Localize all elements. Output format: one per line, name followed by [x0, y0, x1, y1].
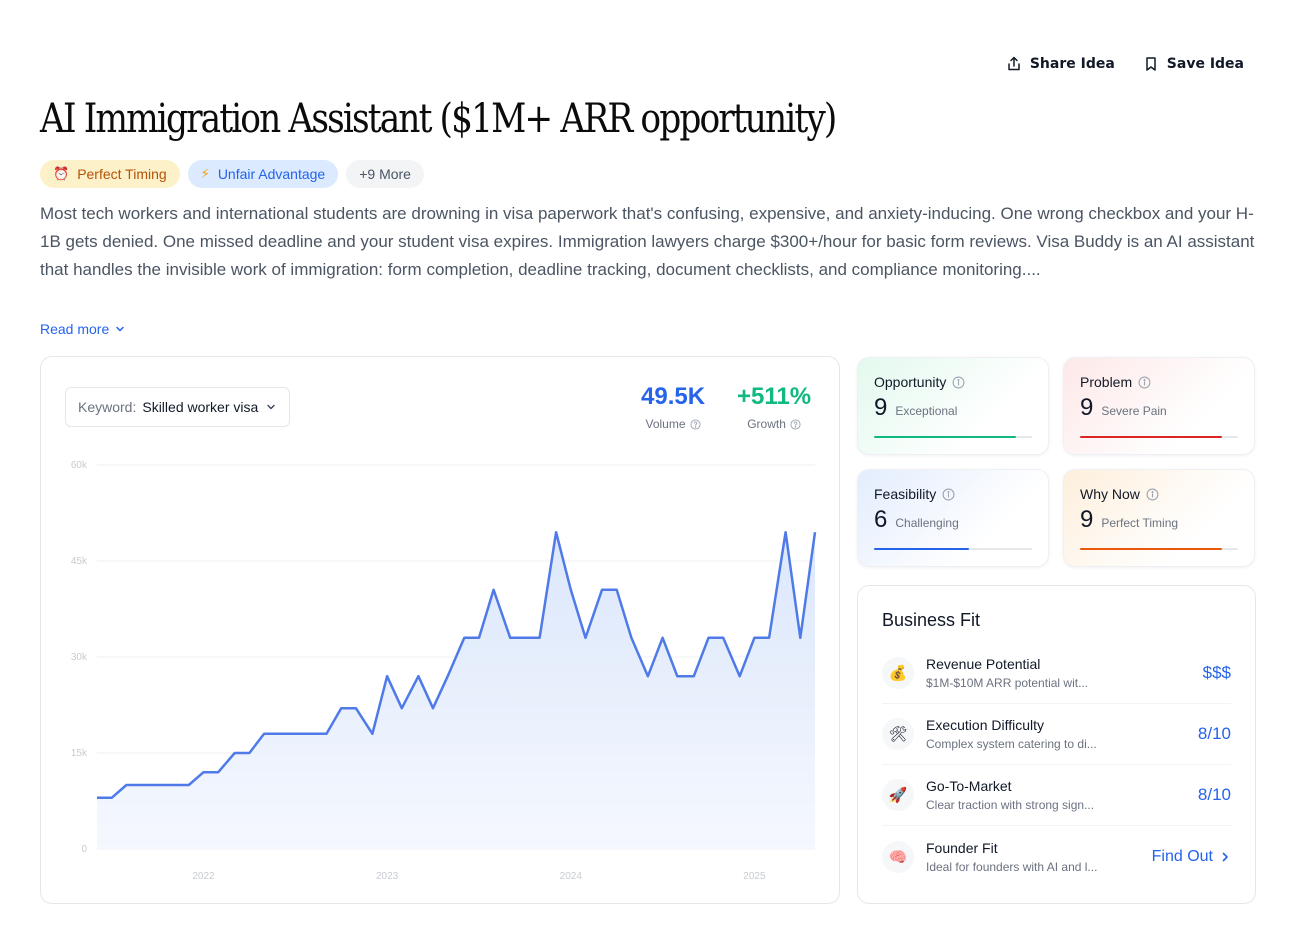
tag-list: ⏰ Perfect Timing ⚡ Unfair Advantage +9 M…	[40, 160, 424, 188]
score-value: 9	[874, 394, 888, 421]
read-more-link[interactable]: Read more	[40, 321, 125, 337]
fit-sub: $1M-$10M ARR potential wit...	[926, 676, 1089, 690]
page-title: AI Immigration Assistant ($1M+ ARR oppor…	[40, 96, 837, 142]
chevron-down-icon	[116, 326, 125, 332]
fit-row-founder-fit[interactable]: 🧠 Founder Fit Ideal for founders with AI…	[882, 826, 1231, 887]
tag-label: Perfect Timing	[77, 166, 167, 182]
score-title: Why Now	[1080, 486, 1140, 502]
fit-name: Founder Fit	[926, 839, 998, 856]
tag-unfair-advantage[interactable]: ⚡ Unfair Advantage	[187, 160, 339, 188]
alarm-clock-icon: ⏰	[53, 166, 70, 181]
series-area	[97, 532, 815, 849]
score-label: Challenging	[895, 516, 959, 530]
y-tick-label: 30k	[71, 652, 88, 663]
score-value: 6	[874, 506, 888, 533]
score-label: Exceptional	[895, 404, 958, 418]
read-more-label: Read more	[40, 321, 110, 337]
tag-label: Unfair Advantage	[217, 166, 326, 182]
score-label: Severe Pain	[1101, 404, 1167, 418]
fit-sub: Complex system catering to di...	[926, 737, 1097, 751]
chevron-right-icon	[1222, 852, 1228, 861]
score-bar	[1080, 548, 1223, 550]
info-icon[interactable]	[942, 488, 955, 501]
score-card-why-now[interactable]: Why Now 9 Perfect Timing	[1063, 469, 1255, 567]
share-idea-button[interactable]: Share Idea	[1006, 56, 1115, 72]
fit-value: 8/10	[1197, 724, 1231, 743]
tools-icon: 🛠	[882, 718, 914, 750]
rocket-icon: 🚀	[882, 779, 914, 811]
y-tick-label: 15k	[71, 748, 88, 759]
trend-chart-card: Keyword: Skilled worker visa 49.5K Volum…	[40, 356, 840, 904]
fit-sub: Ideal for founders with AI and l...	[926, 859, 1098, 874]
fit-sub: Clear traction with strong sign...	[926, 798, 1095, 812]
header-actions: Share Idea Save Idea	[1006, 56, 1244, 72]
score-title: Feasibility	[874, 486, 937, 502]
score-bar	[874, 436, 1017, 438]
x-tick-label: 2022	[192, 871, 215, 882]
fit-name: Go-To-Market	[926, 778, 1012, 794]
fit-value: 8/10	[1197, 785, 1231, 804]
score-bar	[874, 548, 969, 550]
x-tick-label: 2023	[376, 871, 399, 882]
business-fit-title: Business Fit	[882, 610, 981, 630]
info-icon[interactable]	[952, 376, 965, 389]
tag-label: +9 More	[359, 166, 411, 182]
score-title: Opportunity	[874, 374, 947, 390]
brain-icon: 🧠	[882, 840, 914, 873]
y-tick-label: 0	[81, 844, 87, 855]
score-label: Perfect Timing	[1101, 516, 1179, 530]
score-value: 9	[1080, 394, 1094, 421]
share-idea-label: Share Idea	[1029, 56, 1115, 72]
x-tick-label: 2025	[743, 871, 766, 882]
business-fit-card: Business Fit 💰 Revenue Potential $1M-$10…	[857, 585, 1256, 904]
score-card-problem[interactable]: Problem 9 Severe Pain	[1063, 357, 1255, 455]
info-icon[interactable]	[1146, 488, 1159, 501]
fit-row-go-to-market[interactable]: 🚀 Go-To-Market Clear traction with stron…	[882, 765, 1231, 826]
tag-more-button[interactable]: +9 More	[346, 160, 424, 188]
score-card-opportunity[interactable]: Opportunity 9 Exceptional	[857, 357, 1049, 455]
fit-row-revenue-potential[interactable]: 💰 Revenue Potential $1M-$10M ARR potenti…	[882, 643, 1231, 704]
find-out-label: Find Out	[1151, 847, 1213, 865]
idea-description: Most tech workers and international stud…	[40, 204, 1255, 279]
fit-value: $$$	[1202, 663, 1231, 682]
save-idea-button[interactable]: Save Idea	[1143, 56, 1244, 72]
info-icon[interactable]	[1138, 376, 1151, 389]
fit-name: Execution Difficulty	[926, 717, 1045, 733]
find-out-link[interactable]: Find Out	[1152, 848, 1231, 866]
save-idea-label: Save Idea	[1166, 56, 1244, 72]
money-bag-icon: 💰	[882, 657, 914, 689]
tag-perfect-timing[interactable]: ⏰ Perfect Timing	[40, 160, 180, 188]
bookmark-icon	[1146, 57, 1156, 71]
trend-chart: 0 15k 30k 45k 60k 2022 2023 2024 2025	[71, 460, 817, 882]
score-title: Problem	[1080, 374, 1133, 390]
fit-row-execution-difficulty[interactable]: 🛠 Execution Difficulty Complex system ca…	[882, 704, 1231, 765]
x-tick-label: 2024	[560, 871, 583, 882]
share-icon	[1008, 56, 1020, 71]
score-bar	[1080, 436, 1223, 438]
y-tick-label: 45k	[71, 556, 88, 567]
lightning-icon: ⚡	[200, 166, 210, 181]
score-value: 9	[1080, 506, 1094, 533]
score-card-feasibility[interactable]: Feasibility 6 Challenging	[857, 469, 1049, 567]
y-tick-label: 60k	[71, 460, 88, 471]
fit-name: Revenue Potential	[926, 656, 1041, 672]
